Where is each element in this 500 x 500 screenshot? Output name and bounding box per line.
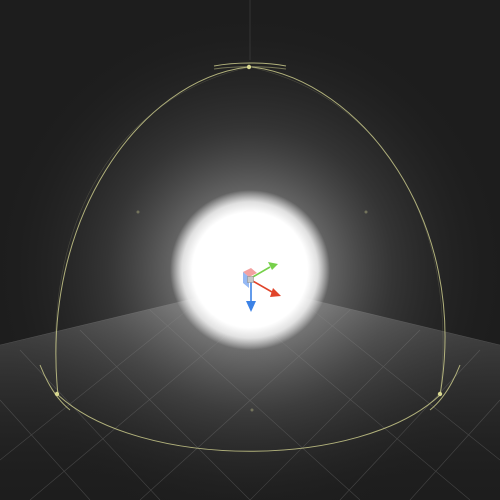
scene-viewport[interactable] (0, 0, 500, 500)
scene-canvas[interactable] (0, 0, 500, 500)
range-marker-left (136, 210, 140, 214)
range-handle-top[interactable] (246, 64, 252, 70)
range-handle-left[interactable] (54, 391, 60, 397)
range-handle-right[interactable] (437, 391, 443, 397)
move-gizmo-center[interactable] (247, 276, 254, 283)
range-marker-bottom (250, 408, 254, 412)
range-marker-right (364, 210, 368, 214)
